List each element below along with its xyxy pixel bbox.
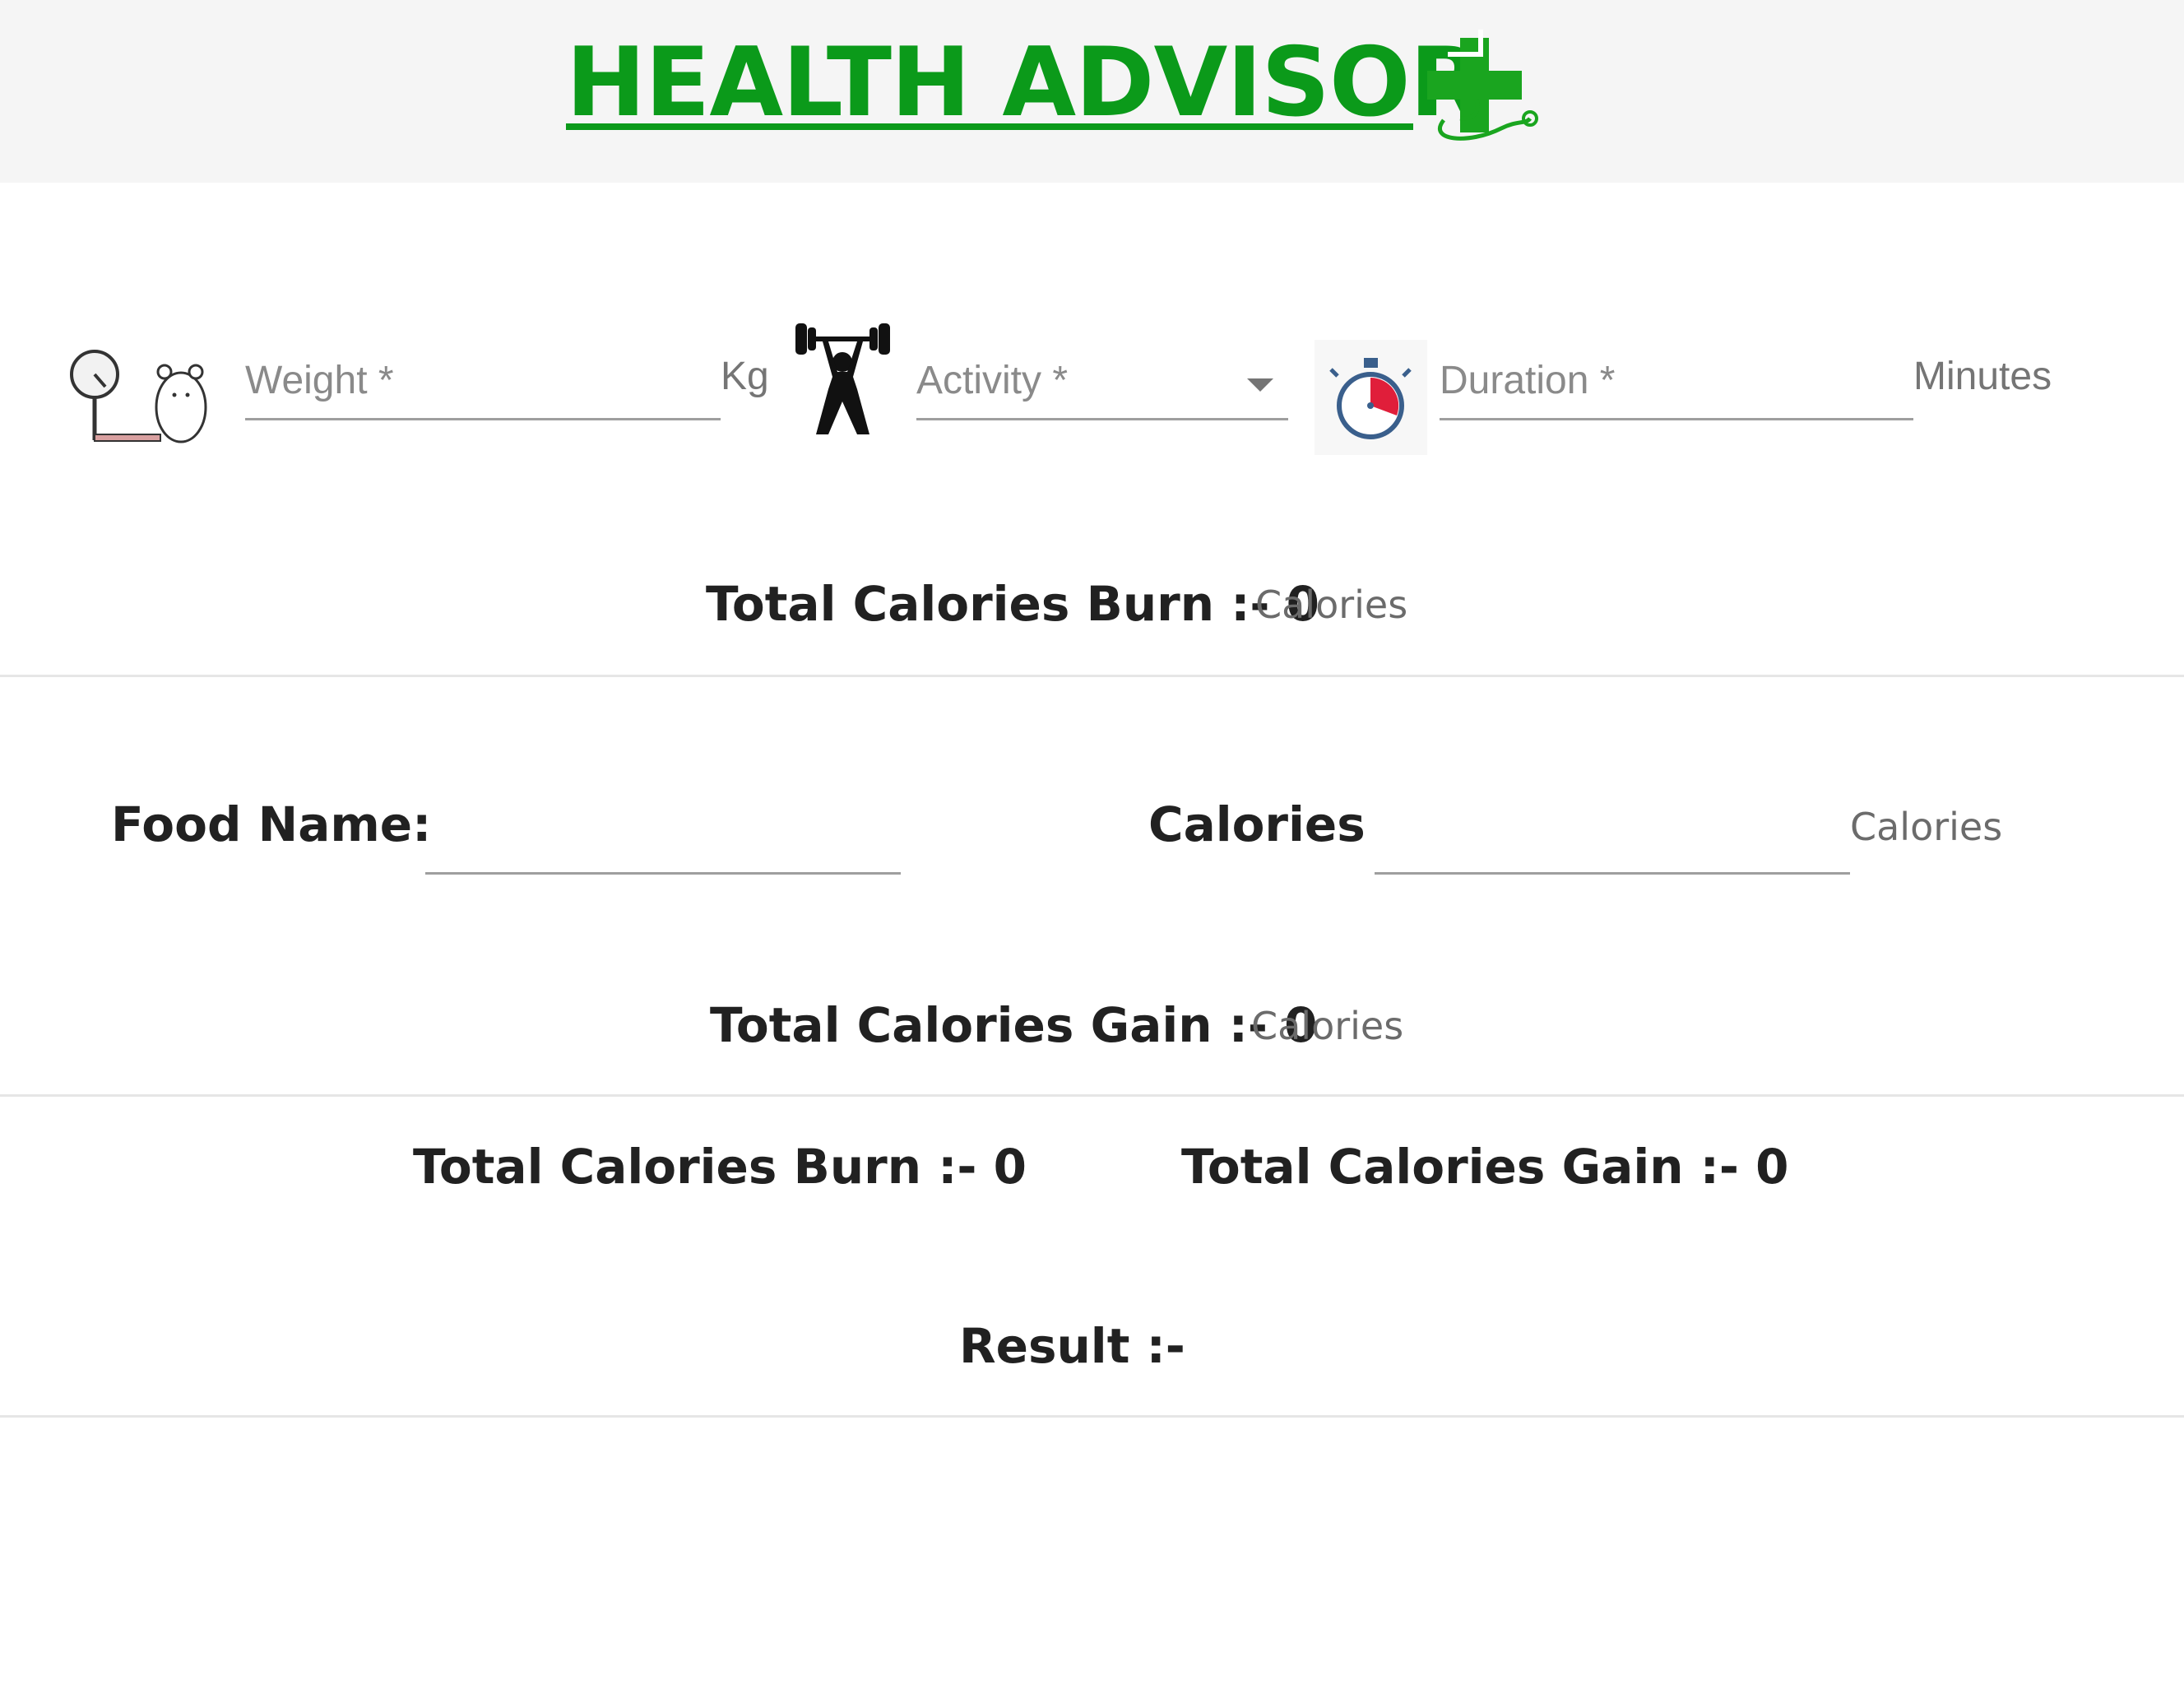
duration-input-underline[interactable]	[1440, 418, 1913, 420]
medical-cross-stethoscope-icon	[1427, 30, 1538, 141]
title-underline	[566, 123, 1413, 130]
food-name-input[interactable]	[425, 872, 901, 875]
summary-burn: Total Calories Burn :- 0	[413, 1139, 1027, 1195]
activity-select[interactable]: Activity *	[916, 358, 1068, 403]
weightlifter-icon	[795, 323, 890, 434]
duration-input[interactable]: Duration *	[1440, 358, 1615, 403]
section-divider	[0, 1094, 2184, 1097]
food-name-label: Food Name:	[111, 796, 432, 852]
section-divider	[0, 1415, 2184, 1418]
burn-unit: Calories	[1255, 583, 1408, 627]
app-title-link[interactable]: HEALTH ADVISOR	[566, 30, 1483, 137]
weight-input[interactable]: Weight *	[245, 358, 394, 403]
stopwatch-icon	[1315, 340, 1427, 455]
chevron-down-icon[interactable]	[1247, 378, 1273, 392]
weight-unit: Kg	[721, 355, 769, 398]
weight-scale-icon	[70, 350, 207, 443]
calories-label: Calories	[1148, 796, 1366, 852]
gain-unit: Calories	[1251, 1004, 1404, 1048]
duration-unit: Minutes	[1913, 355, 2052, 398]
app-header: HEALTH ADVISOR	[0, 0, 2184, 183]
total-calories-gain: Total Calories Gain :- 0	[710, 997, 1318, 1053]
total-calories-burn: Total Calories Burn :- 0	[706, 576, 1320, 632]
summary-gain: Total Calories Gain :- 0	[1181, 1139, 1789, 1195]
calories-input[interactable]	[1375, 872, 1850, 875]
calories-unit: Calories	[1850, 805, 2003, 849]
weight-input-underline[interactable]	[245, 418, 721, 420]
section-divider	[0, 675, 2184, 677]
result-label: Result :-	[959, 1318, 1185, 1374]
activity-select-underline[interactable]	[916, 418, 1288, 420]
